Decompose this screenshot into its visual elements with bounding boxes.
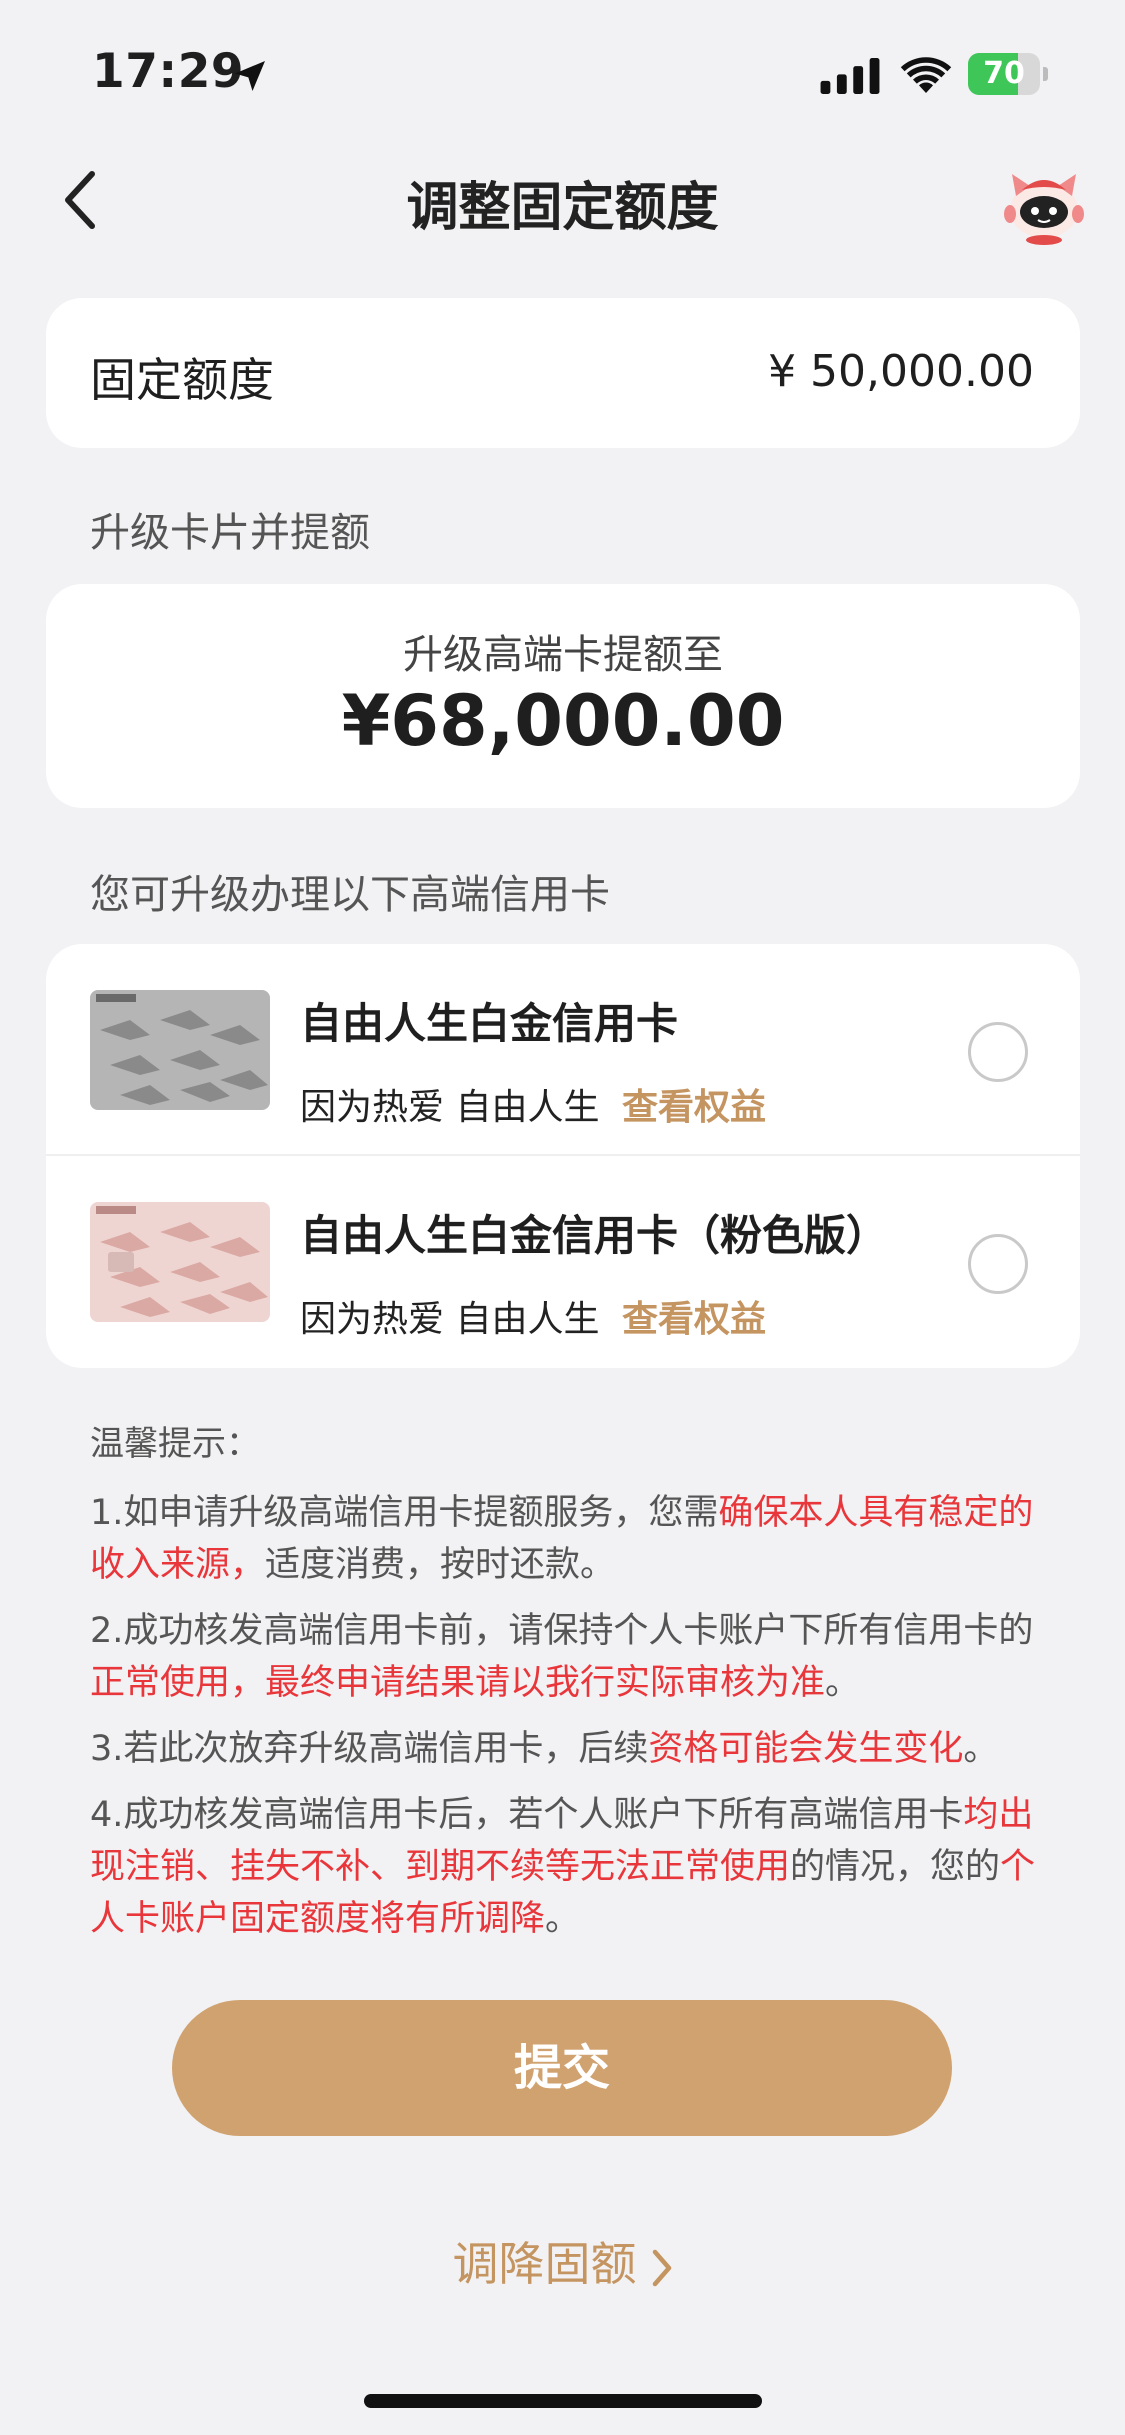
submit-button[interactable]: 提交 [172,2000,952,2136]
view-benefits-link[interactable]: 查看权益 [622,1290,766,1342]
card-option-item[interactable]: 自由人生白金信用卡 因为热爱 自由人生 查看权益 [46,944,1080,1156]
mascot-assistant-icon[interactable] [1000,160,1088,248]
upgrade-amount-card: 升级高端卡提额至 ¥68,000.00 [46,584,1080,808]
reduce-limit-link[interactable]: 调降固额 [0,2228,1125,2294]
tip-text: 1.如申请升级高端信用卡提额服务，您需 [90,1493,719,1533]
card-select-radio[interactable] [968,1022,1028,1082]
signal-icon [820,58,880,94]
tip-highlight: 资格可能会发生变化 [648,1729,964,1769]
card-select-radio[interactable] [968,1234,1028,1294]
card-description: 因为热爱 自由人生 [300,1299,600,1340]
fixed-limit-label: 固定额度 [90,353,274,407]
status-time: 17:29 [92,44,245,99]
tip-text: 。 [545,1899,581,1939]
page-title: 调整固定额度 [406,178,719,238]
upgrade-amount: ¥68,000.00 [341,680,785,762]
card-option-item[interactable]: 自由人生白金信用卡（粉色版） 因为热爱 自由人生 查看权益 [46,1156,1080,1368]
card-thumbnail-silver [90,990,270,1110]
tip-text: 适度消费，按时还款。 [265,1545,616,1585]
tip-text: 2.成功核发高端信用卡前，请保持个人卡账户下所有信用卡的 [90,1611,1034,1651]
cards-section-title: 您可升级办理以下高端信用卡 [90,872,610,918]
fixed-limit-value: ¥ 50,000.00 [768,346,1034,397]
status-bar: 17:29 70 [0,0,1125,140]
wifi-icon [900,57,952,93]
tip-item: 1.如申请升级高端信用卡提额服务，您需确保本人具有稳定的收入来源，适度消费，按时… [90,1487,1050,1591]
tips-section: 温馨提示： 1.如申请升级高端信用卡提额服务，您需确保本人具有稳定的收入来源，适… [90,1416,1050,1959]
card-name: 自由人生白金信用卡 [300,999,679,1048]
tip-text: 的情况，您的 [790,1847,1001,1887]
location-arrow-icon [235,61,265,91]
tip-text: 。 [963,1729,999,1769]
tip-item: 3.若此次放弃升级高端信用卡，后续资格可能会发生变化。 [90,1723,1050,1775]
card-name: 自由人生白金信用卡（粉色版） [300,1211,889,1260]
tip-text: 4.成功核发高端信用卡后，若个人账户下所有高端信用卡 [90,1795,964,1835]
view-benefits-link[interactable]: 查看权益 [622,1078,766,1130]
upgrade-subtitle: 升级高端卡提额至 [403,632,723,678]
battery-charging-icon: 70 [968,53,1048,95]
card-options-list: 自由人生白金信用卡 因为热爱 自由人生 查看权益 自由人生白金信用卡（粉色版） … [46,944,1080,1368]
upgrade-section-title: 升级卡片并提额 [90,510,370,556]
tip-text: 。 [825,1663,861,1703]
card-description: 因为热爱 自由人生 [300,1087,600,1128]
chevron-right-icon [652,2249,671,2286]
tip-item: 4.成功核发高端信用卡后，若个人账户下所有高端信用卡均出现注销、挂失不补、到期不… [90,1789,1050,1945]
tip-item: 2.成功核发高端信用卡前，请保持个人卡账户下所有信用卡的正常使用，最终申请结果请… [90,1605,1050,1709]
tip-highlight: 正常使用，最终申请结果请以我行实际审核为准 [90,1663,826,1703]
reduce-limit-label: 调降固额 [452,2237,637,2291]
battery-level-text: 70 [983,56,1025,91]
fixed-limit-card: 固定额度 ¥ 50,000.00 [46,298,1080,448]
card-thumbnail-pink [90,1202,270,1322]
tips-title: 温馨提示： [90,1424,260,1464]
tip-text: 3.若此次放弃升级高端信用卡，后续 [90,1729,649,1769]
home-indicator [364,2394,762,2408]
